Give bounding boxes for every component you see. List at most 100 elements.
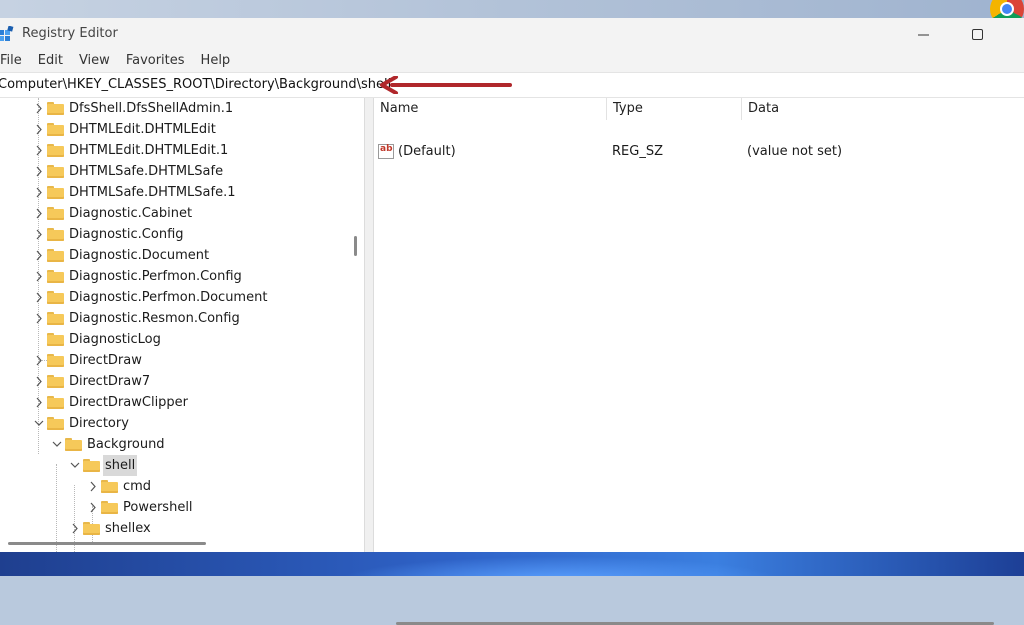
chevron-right-icon[interactable]: [34, 98, 44, 119]
folder-icon: [47, 396, 64, 409]
tree-node[interactable]: shellex: [0, 518, 360, 539]
menu-edit[interactable]: Edit: [30, 50, 71, 72]
menu-favorites[interactable]: Favorites: [118, 50, 193, 72]
chevron-down-icon[interactable]: [52, 434, 62, 455]
chevron-right-icon[interactable]: [34, 287, 44, 308]
tree-node-label[interactable]: DirectDraw: [67, 350, 144, 371]
tree-node[interactable]: DHTMLEdit.DHTMLEdit.1: [0, 140, 360, 161]
tree-node[interactable]: DirectDraw: [0, 350, 360, 371]
chevron-right-icon[interactable]: [34, 182, 44, 203]
tree-node[interactable]: Directory: [0, 413, 360, 434]
address-path[interactable]: Computer\HKEY_CLASSES_ROOT\Directory\Bac…: [0, 77, 391, 92]
chevron-right-icon[interactable]: [34, 224, 44, 245]
tree-node[interactable]: DiagnosticLog: [0, 329, 360, 350]
value-name: (Default): [398, 144, 456, 159]
column-header-data[interactable]: Data: [742, 98, 1024, 120]
folder-icon: [47, 354, 64, 367]
pane-splitter[interactable]: [364, 98, 374, 552]
tree-node-label[interactable]: Directory: [67, 413, 131, 434]
tree-horizontal-scrollbar[interactable]: [8, 542, 206, 545]
menu-view[interactable]: View: [71, 50, 118, 72]
folder-icon: [101, 480, 118, 493]
tree-node-label[interactable]: Diagnostic.Perfmon.Document: [67, 287, 269, 308]
chevron-right-icon[interactable]: [34, 161, 44, 182]
chevron-right-icon[interactable]: [34, 350, 44, 371]
chevron-down-icon[interactable]: [34, 413, 44, 434]
tree-node-label[interactable]: cmd: [121, 476, 153, 497]
tree-node[interactable]: DHTMLSafe.DHTMLSafe: [0, 161, 360, 182]
minimize-button[interactable]: [900, 18, 946, 50]
tree-node-label[interactable]: DHTMLEdit.DHTMLEdit.1: [67, 140, 230, 161]
folder-icon: [47, 249, 64, 262]
tree-node[interactable]: Diagnostic.Config: [0, 224, 360, 245]
folder-icon: [47, 291, 64, 304]
chevron-right-icon[interactable]: [34, 392, 44, 413]
tree-node[interactable]: Powershell: [0, 497, 360, 518]
tree-node-label[interactable]: shellex: [103, 518, 153, 539]
tree-node-label[interactable]: DHTMLSafe.DHTMLSafe.1: [67, 182, 238, 203]
chevron-right-icon[interactable]: [88, 476, 98, 497]
tree-node-label[interactable]: DirectDraw7: [67, 371, 152, 392]
maximize-button[interactable]: [954, 18, 1000, 50]
menu-help[interactable]: Help: [193, 50, 239, 72]
tree-node[interactable]: DfsShell.DfsShellAdmin.1: [0, 98, 360, 119]
address-bar[interactable]: Computer\HKEY_CLASSES_ROOT\Directory\Bac…: [0, 72, 1024, 98]
tree-node-label[interactable]: Diagnostic.Cabinet: [67, 203, 194, 224]
title-bar[interactable]: Registry Editor: [0, 18, 1024, 50]
desktop-background: [0, 0, 1024, 18]
folder-icon: [47, 165, 64, 178]
tree-node[interactable]: Diagnostic.Document: [0, 245, 360, 266]
tree-node-label[interactable]: Diagnostic.Perfmon.Config: [67, 266, 244, 287]
chevron-right-icon[interactable]: [34, 266, 44, 287]
tree-node-label[interactable]: DfsShell.DfsShellAdmin.1: [67, 98, 235, 119]
tree-node[interactable]: Diagnostic.Perfmon.Document: [0, 287, 360, 308]
minimize-icon: [917, 34, 929, 35]
window-title: Registry Editor: [22, 26, 118, 41]
tree-node-label[interactable]: DiagnosticLog: [67, 329, 163, 350]
annotation-arrow-icon: [380, 76, 512, 94]
tree-node-label[interactable]: DirectDrawClipper: [67, 392, 190, 413]
tree-node[interactable]: Diagnostic.Resmon.Config: [0, 308, 360, 329]
tree-node-label[interactable]: Diagnostic.Resmon.Config: [67, 308, 242, 329]
chevron-right-icon[interactable]: [70, 518, 80, 539]
folder-icon: [47, 312, 64, 325]
value-row[interactable]: ab (Default) REG_SZ (value not set): [374, 141, 1024, 163]
menu-file[interactable]: File: [0, 50, 30, 72]
tree-node[interactable]: Diagnostic.Cabinet: [0, 203, 360, 224]
tree-node-label[interactable]: DHTMLSafe.DHTMLSafe: [67, 161, 225, 182]
key-tree-pane[interactable]: DfsShell.DfsShellAdmin.1 DHTMLEdit.DHTMLE…: [0, 98, 364, 552]
folder-icon: [83, 522, 100, 535]
chevron-down-icon[interactable]: [70, 455, 80, 476]
tree-node[interactable]: cmd: [0, 476, 360, 497]
tree-node-label[interactable]: Diagnostic.Config: [67, 224, 186, 245]
values-pane[interactable]: Name Type Data ab (Default) REG_SZ (valu…: [374, 98, 1024, 625]
chevron-right-icon[interactable]: [34, 245, 44, 266]
tree-node[interactable]: DHTMLSafe.DHTMLSafe.1: [0, 182, 360, 203]
chevron-right-icon[interactable]: [34, 119, 44, 140]
chevron-right-icon[interactable]: [34, 308, 44, 329]
tree-node-label[interactable]: Powershell: [121, 497, 195, 518]
registry-editor-window: Registry Editor File Edit View Favorites…: [0, 18, 1024, 625]
folder-icon: [101, 501, 118, 514]
menu-bar: File Edit View Favorites Help: [0, 50, 1024, 72]
tree-node[interactable]: Background: [0, 434, 360, 455]
chevron-right-icon[interactable]: [34, 371, 44, 392]
tree-node-label[interactable]: shell: [103, 455, 138, 476]
column-header-type[interactable]: Type: [607, 98, 741, 120]
chevron-right-icon[interactable]: [88, 497, 98, 518]
registry-editor-icon: [0, 26, 14, 41]
chevron-right-icon[interactable]: [34, 140, 44, 161]
taskbar-wallpaper: [0, 552, 1024, 576]
tree-node[interactable]: DirectDraw7: [0, 371, 360, 392]
tree-node[interactable]: DirectDrawClipper: [0, 392, 360, 413]
tree-node[interactable]: DHTMLEdit.DHTMLEdit: [0, 119, 360, 140]
tree-node[interactable]: shell: [0, 455, 360, 476]
chevron-right-icon[interactable]: [34, 203, 44, 224]
folder-icon: [83, 459, 100, 472]
tree-node[interactable]: Diagnostic.Perfmon.Config: [0, 266, 360, 287]
tree-node-label[interactable]: Diagnostic.Document: [67, 245, 211, 266]
tree-node-label[interactable]: DHTMLEdit.DHTMLEdit: [67, 119, 218, 140]
tree-vertical-scrollbar[interactable]: [354, 236, 357, 256]
tree-node-label[interactable]: Background: [85, 434, 167, 455]
column-header-name[interactable]: Name: [374, 98, 606, 120]
